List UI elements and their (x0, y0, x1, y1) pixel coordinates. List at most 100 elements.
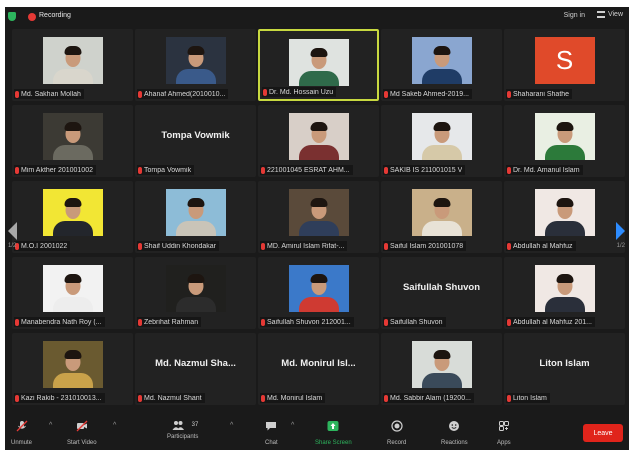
participant-name-label: Dr. Md. Hossain Uzu (262, 87, 337, 97)
muted-mic-icon (384, 90, 388, 98)
audio-options-caret-icon[interactable]: ^ (49, 422, 52, 429)
participant-tile[interactable]: Md. Nazmul Sha... Md. Nazmul Shant (135, 333, 256, 405)
video-options-caret-icon[interactable]: ^ (113, 422, 116, 429)
participant-video (42, 265, 103, 312)
participant-name-label: Abdullah al Mahfuz 201... (506, 317, 595, 327)
participant-video (165, 37, 226, 84)
participant-name-label: Md Sakeb Ahmed-2019... (383, 89, 472, 99)
participant-name: M.O.I 2001022 (21, 242, 68, 250)
participant-tile[interactable]: Md. Sabbir Alam (19200... (381, 333, 502, 405)
participant-tile[interactable]: Md. Monirul Isl... Md. Monirul Islam (258, 333, 379, 405)
participant-tile[interactable]: Saifullah Shuvon 212001... (258, 257, 379, 329)
participant-display-name: Md. Monirul Isl... (281, 358, 356, 369)
participant-name-label: Tompa Vowmik (137, 165, 195, 175)
muted-mic-icon (15, 166, 19, 174)
participant-video (165, 189, 226, 236)
participant-tile[interactable]: 221001045 ESRAT AHM... (258, 105, 379, 177)
start-video-button[interactable]: Start Video (67, 419, 97, 446)
page-indicator-right: 1/2 (616, 243, 625, 249)
participant-name: Md. Sakhan Mollah (21, 90, 81, 98)
participant-tile[interactable]: Md Sakeb Ahmed-2019... (381, 29, 502, 101)
muted-mic-icon (507, 166, 511, 174)
participant-tile[interactable]: Saiful Islam 201001078 (381, 181, 502, 253)
chat-label: Chat (265, 440, 278, 446)
participant-name: Saifullah Shuvon 212001... (267, 318, 351, 326)
participant-tile[interactable]: Abdullah al Mahfuz (504, 181, 625, 253)
muted-mic-icon (138, 242, 142, 250)
participant-name-label: Manabendra Nath Roy (... (14, 317, 105, 327)
muted-mic-icon (15, 90, 19, 98)
view-button[interactable]: View (596, 11, 623, 18)
participant-name-label: Liton Islam (506, 393, 550, 403)
participant-tile[interactable]: Mim Akther 201001002 (12, 105, 133, 177)
participant-name-label: SAKIB IS 211001015 V (383, 165, 466, 175)
record-button[interactable]: Record (387, 419, 406, 446)
participant-name: 221001045 ESRAT AHM... (267, 166, 350, 174)
participant-tile[interactable]: S Shaharani Shathe (504, 29, 625, 101)
recording-label: Recording (39, 12, 71, 19)
participant-display-name: Saifullah Shuvon (402, 282, 481, 293)
participant-tile[interactable]: Saifullah Shuvon Saifullah Shuvon (381, 257, 502, 329)
muted-mic-icon (138, 90, 142, 98)
participant-name: Zebrihat Rahman (144, 318, 199, 326)
muted-mic-icon (384, 242, 388, 250)
participant-tile[interactable]: Tompa Vowmik Tompa Vowmik (135, 105, 256, 177)
apps-button[interactable]: Apps (497, 419, 511, 446)
avatar-letter: S (555, 45, 574, 75)
participant-video (42, 189, 103, 236)
participant-tile[interactable]: M.O.I 2001022 (12, 181, 133, 253)
participant-avatar: S (534, 37, 595, 84)
participant-name-label: Saifullah Shuvon 212001... (260, 317, 354, 327)
participant-name: Md. Nazmul Shant (144, 394, 202, 402)
participant-tile[interactable]: Ahanaf Ahmed(2010010... (135, 29, 256, 101)
participants-button[interactable]: 37 Participants (167, 419, 198, 440)
participant-tile[interactable]: Shaif Uddin Khondakar (135, 181, 256, 253)
participant-tile[interactable]: Dr. Md. Amanul Islam (504, 105, 625, 177)
leave-button[interactable]: Leave (583, 424, 623, 442)
reactions-smiley-icon (449, 421, 460, 431)
next-page-arrow-icon[interactable] (616, 222, 625, 240)
participant-name: Ahanaf Ahmed(2010010... (144, 90, 226, 98)
muted-mic-icon (138, 166, 142, 174)
participant-name: Manabendra Nath Roy (... (21, 318, 102, 326)
participant-tile[interactable]: Zebrihat Rahman (135, 257, 256, 329)
participant-name: Md Sakeb Ahmed-2019... (390, 90, 469, 98)
sign-in-link[interactable]: Sign in (564, 12, 585, 19)
participant-name-label: Saifullah Shuvon (383, 317, 446, 327)
participant-name: Md. Monirul Islam (267, 394, 323, 402)
participant-tile[interactable]: Liton Islam Liton Islam (504, 333, 625, 405)
share-screen-button[interactable]: Share Screen (315, 419, 352, 446)
unmute-button[interactable]: Unmute (11, 419, 32, 446)
participant-display-name: Md. Nazmul Sha... (155, 358, 236, 369)
participant-name-label: Md. Sakhan Mollah (14, 89, 84, 99)
recording-icon (28, 13, 36, 21)
participant-video (411, 113, 472, 160)
reactions-button[interactable]: Reactions (441, 419, 468, 446)
muted-mic-icon (384, 318, 388, 326)
participant-name: Dr. Md. Amanul Islam (513, 166, 580, 174)
participants-options-caret-icon[interactable]: ^ (230, 422, 233, 429)
participant-tile[interactable]: Dr. Md. Hossain Uzu (258, 29, 379, 101)
participant-name-label: M.O.I 2001022 (14, 241, 71, 251)
chat-options-caret-icon[interactable]: ^ (291, 422, 294, 429)
participant-name: Saifullah Shuvon (390, 318, 443, 326)
participant-name-label: Md. Nazmul Shant (137, 393, 205, 403)
muted-mic-icon (138, 394, 142, 402)
muted-mic-icon (507, 394, 511, 402)
participant-tile[interactable]: Md. Sakhan Mollah (12, 29, 133, 101)
meeting-toolbar: Unmute ^ Start Video ^ 37 Participants ^… (5, 416, 629, 450)
participant-name: Shaharani Shathe (513, 90, 570, 98)
participant-name-label: 221001045 ESRAT AHM... (260, 165, 353, 175)
participant-video (288, 265, 349, 312)
participant-tile[interactable]: Abdullah al Mahfuz 201... (504, 257, 625, 329)
participant-name-label: Shaif Uddin Khondakar (137, 241, 219, 251)
security-shield-icon[interactable] (8, 12, 16, 21)
participant-tile[interactable]: Manabendra Nath Roy (... (12, 257, 133, 329)
participant-tile[interactable]: MD. Amirul Islam Rifat-... (258, 181, 379, 253)
muted-mic-icon (507, 242, 511, 250)
participant-tile[interactable]: Kazi Rakib - 231010013... (12, 333, 133, 405)
chat-button[interactable]: Chat (265, 419, 278, 446)
participant-tile[interactable]: SAKIB IS 211001015 V (381, 105, 502, 177)
previous-page-arrow-icon[interactable] (8, 222, 17, 240)
participant-video (165, 265, 226, 312)
